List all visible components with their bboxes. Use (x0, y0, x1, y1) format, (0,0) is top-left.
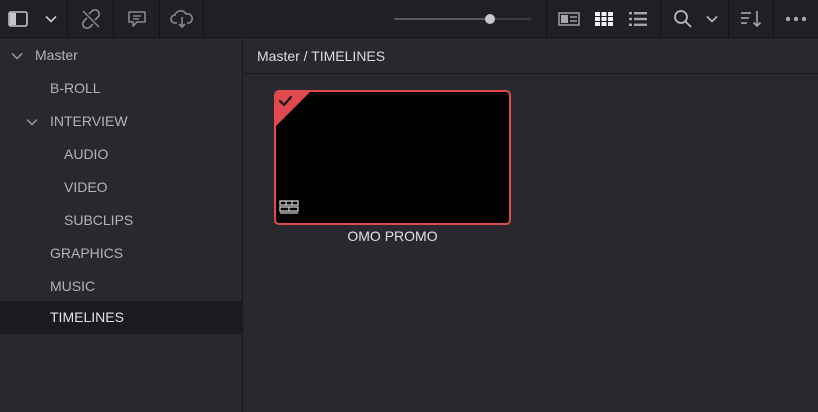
chevron-down-icon[interactable] (26, 105, 38, 138)
search-icon (674, 10, 692, 28)
sidebar-item-label: B-ROLL (50, 80, 101, 96)
breadcrumb-bar: Master / TIMELINES (244, 39, 818, 74)
clip-thumbnail[interactable] (274, 90, 511, 225)
sidebar-item-label: Master (35, 47, 78, 63)
grid-icon (595, 12, 613, 26)
sidebar-item-label: VIDEO (64, 179, 108, 195)
slider-thumb[interactable] (484, 14, 495, 24)
chevron-down-icon (45, 15, 57, 23)
timeline-icon (279, 200, 299, 214)
thumbnail-size-slider[interactable] (394, 14, 531, 24)
sidebar-item-label: INTERVIEW (50, 113, 128, 129)
sidebar-item-timelines[interactable]: TIMELINES (0, 301, 243, 334)
slider-fill (394, 18, 490, 20)
sidebar-item-subclips[interactable]: SUBCLIPS (0, 204, 243, 237)
bin-sidebar: Master B-ROLL INTERVIEW AUDIO VIDEO SUBC… (0, 39, 243, 412)
sidebar-toggle-button[interactable] (0, 0, 35, 38)
metadata-view-icon (558, 12, 580, 26)
unlink-icon (81, 8, 100, 30)
breadcrumb: Master / TIMELINES (257, 48, 386, 64)
search-options-dropdown[interactable] (701, 0, 723, 38)
selected-check-icon (276, 92, 310, 126)
sidebar-item-label: AUDIO (64, 146, 109, 162)
sidebar-item-graphics[interactable]: GRAPHICS (0, 237, 243, 270)
list-icon (629, 12, 647, 26)
link-button[interactable] (68, 0, 113, 38)
chevron-down-icon (706, 15, 718, 23)
chevron-down-icon[interactable] (11, 39, 23, 72)
bin-content: Master / TIMELINES OMO PROMO (244, 39, 818, 412)
search-button[interactable] (665, 0, 701, 38)
sidebar-item-master[interactable]: Master (0, 39, 243, 72)
thumbnail-view-button[interactable] (589, 0, 619, 38)
sidebar-item-label: GRAPHICS (50, 245, 124, 261)
clip-name[interactable]: OMO PROMO (274, 228, 511, 244)
cloud-sync-button[interactable] (160, 0, 203, 38)
panel-icon (7, 11, 28, 27)
sidebar-item-music[interactable]: MUSIC (0, 270, 243, 303)
sidebar-item-label: MUSIC (50, 278, 96, 294)
cloud-download-icon (169, 10, 193, 29)
toolbar (0, 0, 818, 38)
sidebar-item-interview[interactable]: INTERVIEW (0, 105, 243, 138)
list-view-button[interactable] (623, 0, 653, 38)
metadata-view-button[interactable] (554, 0, 584, 38)
sidebar-item-b-roll[interactable]: B-ROLL (0, 72, 243, 105)
sidebar-item-label: TIMELINES (50, 309, 124, 325)
sidebar-item-label: SUBCLIPS (64, 212, 134, 228)
comment-icon (127, 11, 146, 27)
metadata-button[interactable] (114, 0, 159, 38)
more-options-button[interactable] (774, 0, 818, 38)
sidebar-item-video[interactable]: VIDEO (0, 171, 243, 204)
sidebar-options-dropdown[interactable] (35, 0, 67, 38)
sort-button[interactable] (729, 0, 773, 38)
sidebar-item-audio[interactable]: AUDIO (0, 138, 243, 171)
more-horizontal-icon (785, 16, 807, 22)
sort-descending-icon (741, 11, 762, 28)
